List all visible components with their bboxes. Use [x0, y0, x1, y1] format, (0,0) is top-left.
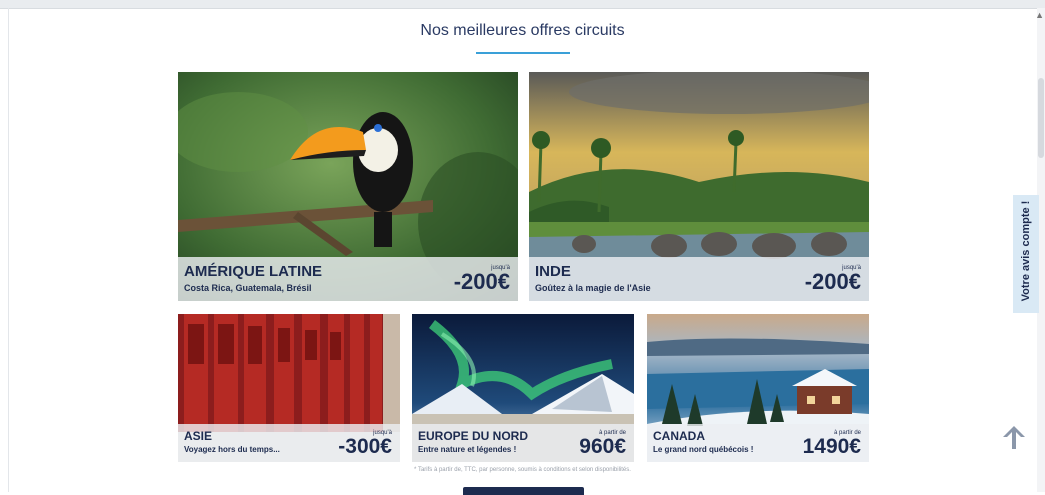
offer-card-inde[interactable]: INDE Goûtez à la magie de l'Asie jusqu'à… [529, 72, 869, 301]
offer-price: 960€ [579, 435, 626, 458]
price-disclaimer: * Tarifs à partir de, TTC, par personne,… [414, 467, 631, 473]
offer-price: -200€ [804, 269, 861, 294]
arrow-up-icon[interactable] [1000, 423, 1028, 451]
offer-name: INDE [535, 263, 571, 280]
scroll-up-arrow-icon[interactable]: ▲ [1035, 10, 1044, 20]
feedback-tab-label: Votre avis compte ! [1020, 200, 1032, 302]
offer-subtitle: Voyagez hors du temps... [184, 445, 280, 454]
offer-card-asie[interactable]: ASIE Voyagez hors du temps... jusqu'à -3… [178, 314, 400, 462]
scrollbar-thumb[interactable] [1038, 78, 1044, 158]
offer-subtitle: Entre nature et légendes ! [418, 445, 517, 454]
offer-name: EUROPE DU NORD [418, 429, 529, 443]
offer-price: -200€ [453, 269, 510, 294]
offer-subtitle: Le grand nord québécois ! [653, 445, 754, 454]
offer-card-canada[interactable]: CANADA Le grand nord québécois ! à parti… [647, 314, 869, 462]
section-title: Nos meilleures offres circuits [420, 22, 625, 39]
offer-name: AMÉRIQUE LATINE [184, 263, 323, 280]
offer-price: -300€ [338, 435, 392, 458]
feedback-tab[interactable]: Votre avis compte ! [1013, 195, 1039, 313]
title-underline [476, 52, 570, 54]
offer-card-amerique-latine[interactable]: AMÉRIQUE LATINE Costa Rica, Guatemala, B… [178, 72, 518, 301]
offer-subtitle: Costa Rica, Guatemala, Brésil [184, 283, 312, 293]
left-border [8, 8, 9, 492]
offer-subtitle: Goûtez à la magie de l'Asie [535, 283, 651, 293]
browser-top-strip [0, 0, 1045, 9]
see-all-offers-button[interactable] [463, 487, 584, 495]
offer-name: CANADA [653, 429, 705, 443]
offer-card-europe-du-nord[interactable]: EUROPE DU NORD Entre nature et légendes … [412, 314, 634, 462]
offer-price: 1490€ [802, 435, 861, 458]
offer-name: ASIE [184, 429, 213, 443]
